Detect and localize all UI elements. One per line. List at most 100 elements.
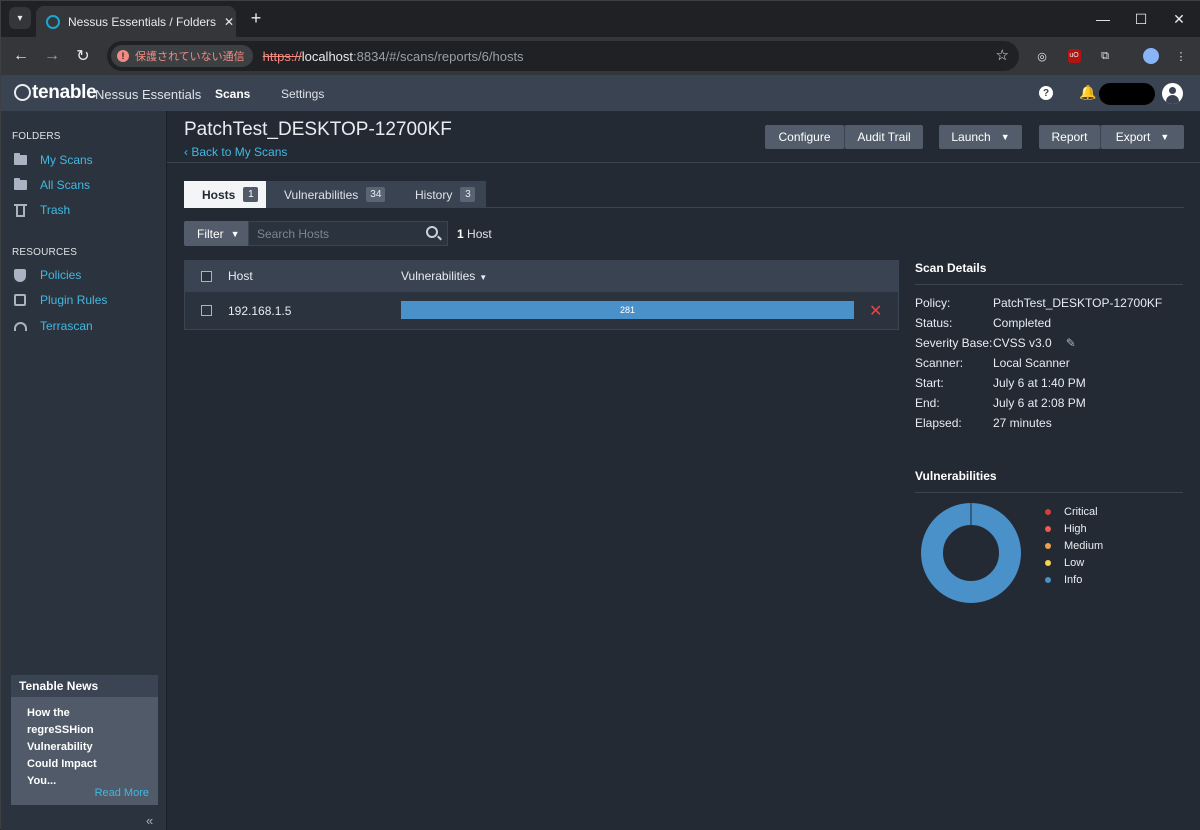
edit-pencil-icon[interactable]: ✎: [1066, 336, 1076, 350]
extensions-puzzle-icon[interactable]: ⧉: [1095, 46, 1115, 66]
url-path: :8834/#/scans/reports/6/hosts: [353, 48, 524, 64]
tab-search-chevron-icon[interactable]: ▾: [9, 7, 31, 29]
detail-key: End:: [915, 396, 940, 410]
sidebar-item-my-scans[interactable]: My Scans: [13, 151, 93, 169]
read-more-link[interactable]: Read More: [95, 787, 149, 799]
news-headline[interactable]: How the regreSSHion Vulnerability Could …: [11, 697, 141, 798]
redacted-username[interactable]: [1099, 83, 1155, 105]
browser-tab-title: Nessus Essentials / Folders / View Scan: [68, 14, 218, 29]
tab-label: Vulnerabilities: [284, 187, 359, 202]
back-to-my-scans-link[interactable]: ‹ Back to My Scans: [184, 145, 287, 159]
tenable-news-panel: Tenable News How the regreSSHion Vulnera…: [11, 675, 158, 805]
donut-slice-info[interactable]: [921, 503, 1021, 603]
profile-icon[interactable]: [1141, 46, 1161, 66]
sidebar-item-trash[interactable]: Trash: [13, 201, 70, 219]
user-avatar-icon[interactable]: [1162, 83, 1183, 104]
notifications-bell-icon[interactable]: 🔔: [1079, 84, 1096, 101]
legend-dot: [1045, 576, 1051, 583]
detail-value: July 6 at 2:08 PM: [993, 396, 1086, 410]
help-icon[interactable]: ?: [1039, 86, 1053, 100]
select-all-checkbox[interactable]: [201, 271, 212, 282]
sidebar-item-plugin-rules[interactable]: Plugin Rules: [13, 291, 107, 309]
filter-label: Filter: [197, 226, 224, 241]
sidebar-item-label: My Scans: [40, 153, 93, 167]
legend-item-info[interactable]: Info: [1045, 571, 1103, 588]
detail-row-status: Status: Completed: [915, 313, 1183, 333]
url-host: localhost: [301, 48, 354, 64]
forward-arrow-icon[interactable]: →: [41, 45, 63, 67]
legend-item-medium[interactable]: Medium: [1045, 537, 1103, 554]
report-button[interactable]: Report: [1039, 125, 1100, 149]
nav-scans[interactable]: Scans: [215, 87, 250, 101]
configure-button[interactable]: Configure: [765, 125, 844, 149]
back-link-label: Back to My Scans: [191, 145, 288, 159]
maximize-icon[interactable]: ☐: [1131, 9, 1151, 29]
browser-menu-icon[interactable]: ⋮: [1171, 46, 1191, 66]
column-host[interactable]: Host: [228, 269, 253, 283]
window-close-icon[interactable]: ✕: [1169, 9, 1189, 29]
table-row[interactable]: 192.168.1.5 281 ✕: [185, 292, 898, 330]
scan-details-title: Scan Details: [915, 261, 1183, 285]
sidebar-item-label: Policies: [40, 268, 82, 282]
sidebar-item-label: Terrascan: [40, 319, 93, 333]
nav-settings[interactable]: Settings: [281, 87, 324, 101]
minimize-icon[interactable]: —: [1093, 9, 1113, 29]
filter-button[interactable]: Filter ▼: [184, 221, 248, 246]
sidebar-item-policies[interactable]: Policies: [13, 266, 81, 284]
address-bar[interactable]: ! 保護されていない通信 https://localhost:8834/#/sc…: [107, 41, 1019, 71]
host-count-label: Host: [467, 227, 492, 241]
resources-heading: RESOURCES: [12, 247, 78, 258]
column-vulnerabilities[interactable]: Vulnerabilities ▼: [401, 269, 487, 283]
legend-dot: [1045, 525, 1051, 532]
extension-ublock-icon[interactable]: uO: [1064, 46, 1084, 66]
sidebar-item-terrascan[interactable]: Terrascan: [13, 317, 93, 335]
table-header: Host Vulnerabilities ▼: [185, 261, 898, 292]
legend-label: Medium: [1064, 539, 1104, 552]
remove-host-icon[interactable]: ✕: [869, 301, 882, 321]
launch-button[interactable]: Launch ▼: [939, 125, 1022, 149]
not-secure-label: 保護されていない通信: [135, 51, 245, 63]
host-count: 1 Host: [457, 227, 492, 241]
tab-history[interactable]: History 3: [397, 181, 486, 208]
severity-legend: Critical High Medium Low Info: [1045, 503, 1103, 588]
folder-icon: [13, 153, 27, 167]
legend-dot: [1045, 542, 1051, 549]
row-checkbox[interactable]: [201, 305, 212, 316]
host-count-number: 1: [457, 227, 464, 241]
collapse-sidebar-icon[interactable]: «: [146, 813, 153, 828]
browser-tab-active[interactable]: Nessus Essentials / Folders / View Scan …: [36, 6, 236, 37]
tab-hosts[interactable]: Hosts 1: [184, 181, 266, 208]
export-button[interactable]: Export ▼: [1101, 125, 1184, 149]
new-tab-plus-icon[interactable]: +: [245, 7, 267, 29]
back-arrow-icon[interactable]: ←: [10, 45, 32, 67]
host-ip[interactable]: 192.168.1.5: [228, 304, 291, 318]
detail-row-severity-base: Severity Base: CVSS v3.0 ✎: [915, 333, 1183, 353]
search-icon[interactable]: [426, 226, 438, 238]
bookmark-star-icon[interactable]: ☆: [996, 46, 1009, 64]
legend-item-high[interactable]: High: [1045, 520, 1103, 537]
search-hosts-input[interactable]: [248, 221, 448, 246]
vulnerability-bar[interactable]: 281: [401, 301, 854, 319]
audit-trail-button[interactable]: Audit Trail: [845, 125, 923, 149]
tenable-logo[interactable]: tenable: [32, 82, 97, 104]
detail-key: Severity Base:: [915, 336, 993, 350]
sidebar-item-all-scans[interactable]: All Scans: [13, 176, 90, 194]
site-info-chip[interactable]: ! 保護されていない通信: [111, 45, 253, 67]
legend-label: Critical: [1064, 505, 1098, 518]
extension-glasses-icon[interactable]: ◎: [1032, 46, 1052, 66]
legend-item-critical[interactable]: Critical: [1045, 503, 1103, 520]
tab-close-icon[interactable]: ✕: [224, 15, 234, 29]
tab-label: History: [415, 187, 453, 202]
url-text[interactable]: https://localhost:8834/#/scans/reports/6…: [263, 49, 524, 64]
detail-row-start: Start: July 6 at 1:40 PM: [915, 373, 1183, 393]
detail-value: Completed: [993, 316, 1052, 330]
detail-value: 27 minutes: [993, 416, 1052, 430]
reload-icon[interactable]: ↻: [72, 45, 94, 67]
legend-item-low[interactable]: Low: [1045, 554, 1103, 571]
tab-vulnerabilities[interactable]: Vulnerabilities 34: [266, 181, 397, 208]
detail-value: July 6 at 1:40 PM: [993, 376, 1086, 390]
detail-key: Scanner:: [915, 356, 964, 370]
severity-donut-chart[interactable]: [921, 503, 1021, 603]
nessus-header: tenable Nessus Essentials Scans Settings…: [1, 75, 1200, 111]
browser-tab-bar: ▾ Nessus Essentials / Folders / View Sca…: [1, 1, 1200, 37]
